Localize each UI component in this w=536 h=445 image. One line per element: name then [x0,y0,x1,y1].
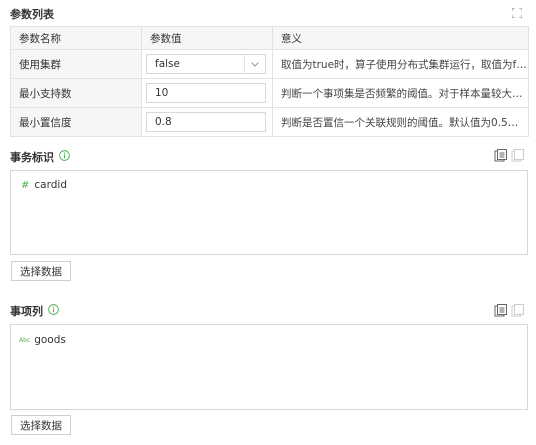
table-row: 使用集群 false 取值为true时，算子使用分布式集群运行，取值为false… [10,49,529,79]
param-desc: 取值为true时，算子使用分布式集群运行，取值为false... [272,49,529,79]
field-name: cardid [34,179,67,191]
items-header: 事项列 [10,303,59,319]
copy-icon[interactable] [494,304,507,320]
info-icon[interactable] [48,304,59,318]
items-field-box[interactable]: Abc goods [10,324,528,410]
min-confidence-value: 0.8 [155,116,172,128]
transaction-tools [494,149,524,165]
field-chip[interactable]: # cardid [21,179,67,191]
items-tools [494,304,524,320]
info-icon[interactable] [59,150,70,164]
min-support-value: 10 [155,87,169,99]
param-name: 最小支持数 [10,78,142,108]
table-row: 最小支持数 10 判断一个事项集是否频繁的阈值。对于样本量较大数据... [10,78,529,108]
chevron-down-icon[interactable] [244,55,265,73]
text-type-icon: Abc [19,336,31,344]
header-param-value: 参数值 [141,26,273,50]
params-title: 参数列表 [10,8,54,21]
transaction-header: 事务标识 [10,149,70,165]
paste-icon[interactable] [511,149,524,165]
use-cluster-value: false [155,58,180,70]
param-desc: 判断一个事项集是否频繁的阈值。对于样本量较大数据... [272,78,529,108]
transaction-select-data-button[interactable]: 选择数据 [11,261,71,281]
param-desc: 判断是否置信一个关联规则的阈值。默认值为0.5，取... [272,107,529,137]
header-param-name: 参数名称 [10,26,142,50]
items-select-data-button[interactable]: 选择数据 [11,415,71,435]
min-support-input[interactable]: 10 [146,83,266,103]
params-table: 参数名称 参数值 意义 使用集群 false 取值为true时，算子使用分布式集… [10,26,529,137]
header-param-meaning: 意义 [272,26,529,50]
field-name: goods [34,334,66,346]
copy-icon[interactable] [494,149,507,165]
numeric-type-icon: # [21,179,30,191]
expand-icon[interactable] [511,7,523,21]
params-header-row: 参数名称 参数值 意义 [10,26,529,50]
paste-icon[interactable] [511,304,524,320]
param-name: 最小置信度 [10,107,142,137]
items-title: 事项列 [10,305,43,318]
transaction-field-box[interactable]: # cardid [10,170,528,255]
table-row: 最小置信度 0.8 判断是否置信一个关联规则的阈值。默认值为0.5，取... [10,107,529,137]
field-chip[interactable]: Abc goods [19,334,66,346]
param-name: 使用集群 [10,49,142,79]
min-confidence-input[interactable]: 0.8 [146,112,266,132]
use-cluster-select[interactable]: false [146,54,266,74]
transaction-title: 事务标识 [10,151,54,164]
